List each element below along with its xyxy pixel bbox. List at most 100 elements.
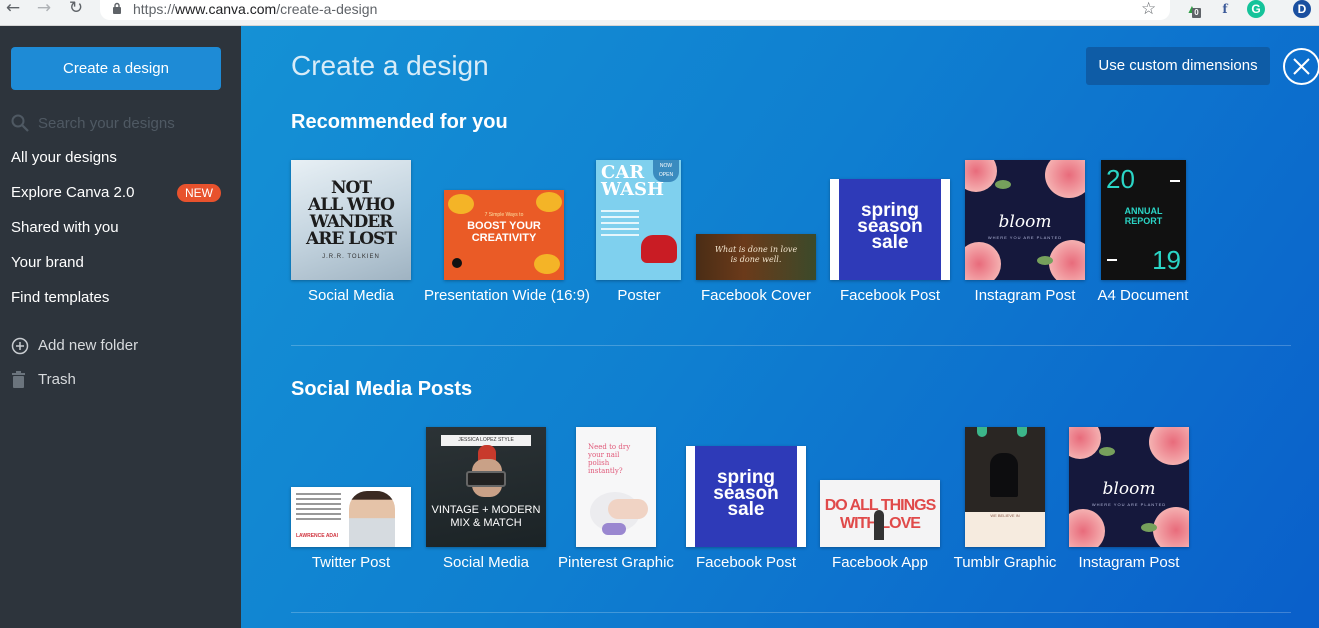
tile-thumbnail[interactable]: WE BELIEVE IN: [965, 427, 1045, 547]
art-line: sale: [727, 499, 765, 520]
nav-explore-label: Explore Canva 2.0: [11, 184, 135, 201]
tile-thumbnail[interactable]: bloom WHERE YOU ARE PLANTED: [965, 160, 1085, 280]
lamp-decoration: [1017, 427, 1027, 437]
section-title-recommended: Recommended for you: [291, 111, 508, 133]
tile-label[interactable]: Social Media: [271, 287, 431, 304]
flower-decoration: [1153, 507, 1189, 547]
decoration: [452, 258, 462, 268]
art-line: sale: [871, 232, 909, 253]
section-divider: [291, 612, 1291, 613]
art-line: ANNUAL: [1124, 206, 1163, 216]
thumbnail-text: bloom: [1102, 479, 1156, 499]
decoration: [534, 254, 560, 274]
flower-decoration: [1069, 509, 1105, 547]
lamp-decoration: [977, 427, 987, 437]
tile-label[interactable]: Instagram Post: [1049, 554, 1209, 571]
art-line: Need to dry your nail: [588, 443, 631, 459]
thumbnail-text: spring season sale: [830, 201, 950, 253]
section-title-social-media-posts: Social Media Posts: [291, 378, 473, 400]
tile-label[interactable]: A4 Document: [1063, 287, 1223, 304]
art-line: BOOST YOUR: [467, 220, 541, 232]
star-icon[interactable]: ☆: [1141, 0, 1156, 19]
art-line: polish instantly?: [588, 459, 623, 475]
tile-thumbnail[interactable]: bloom WHERE YOU ARE PLANTED: [1069, 427, 1189, 547]
camera-illustration: [466, 471, 506, 487]
search-input[interactable]: [38, 112, 218, 134]
nav-explore-canva[interactable]: Explore Canva 2.0 NEW: [11, 182, 226, 204]
thumbnail-text: spring season sale: [686, 468, 806, 520]
trash-icon: [12, 371, 25, 388]
flower-decoration: [965, 242, 1001, 280]
sidebar: Create a design All your designs Explore…: [0, 26, 241, 628]
create-design-button[interactable]: Create a design: [11, 47, 221, 90]
trash-label: Trash: [38, 371, 76, 388]
thumbnail-text: NOT ALL WHO WANDER ARE LOST: [291, 180, 411, 248]
tile-thumbnail[interactable]: CAR WASH NOW OPEN: [596, 160, 681, 280]
add-folder-icon: [11, 337, 29, 355]
tile-thumbnail[interactable]: spring season sale: [686, 446, 806, 547]
thumbnail-text: LAWRENCE ADAI: [296, 533, 339, 539]
thumbnail-text: WHERE YOU ARE PLANTED: [987, 235, 1063, 240]
thumbnail-text: 20: [1106, 164, 1135, 194]
add-folder-button[interactable]: Add new folder: [11, 335, 226, 357]
nav-find-templates[interactable]: Find templates: [11, 287, 226, 309]
art-line: WASH: [601, 179, 665, 200]
extension-icon[interactable]: ▲0: [1183, 0, 1201, 18]
tile-thumbnail[interactable]: What is done in love is done well.: [696, 234, 816, 280]
thumbnail-text: VINTAGE + MODERN MIX & MATCH: [426, 504, 546, 530]
custom-dimensions-button[interactable]: Use custom dimensions: [1086, 47, 1270, 85]
nav-your-brand[interactable]: Your brand: [11, 252, 226, 274]
profile-avatar[interactable]: D: [1293, 0, 1311, 18]
url-domain: www.canva.com: [175, 1, 277, 17]
tile-thumbnail[interactable]: spring season sale: [830, 179, 950, 280]
art-line: VINTAGE + MODERN: [431, 504, 541, 516]
flower-decoration: [965, 160, 997, 192]
section-divider: [291, 345, 1291, 346]
art-line: REPORT: [1124, 216, 1163, 226]
address-bar[interactable]: https://www.canva.com/create-a-design ☆: [100, 0, 1170, 20]
flower-decoration: [1049, 240, 1085, 280]
back-icon[interactable]: ←: [2, 0, 24, 18]
art-line: OPEN: [658, 172, 674, 178]
tile-thumbnail[interactable]: DO ALL THINGS WITH LOVE: [820, 480, 940, 547]
page-title: Create a design: [291, 50, 489, 81]
decoration: [602, 523, 626, 535]
person-illustration: [349, 491, 395, 547]
decoration: [536, 192, 562, 212]
tile-thumbnail[interactable]: NOT ALL WHO WANDER ARE LOST J.R.R. TOLKIEN: [291, 160, 411, 280]
tile-thumbnail[interactable]: JESSICA LOPEZ STYLE VINTAGE + MODERN MIX …: [426, 427, 546, 547]
tile-thumbnail[interactable]: LAWRENCE ADAI: [291, 487, 411, 547]
facebook-extension-icon[interactable]: f: [1216, 0, 1234, 18]
person-illustration: [990, 453, 1018, 497]
tile-thumbnail[interactable]: 7 Simple Ways to BOOST YOUR CREATIVITY: [444, 190, 564, 280]
thumbnail-text: Need to dry your nail polish instantly?: [588, 443, 644, 475]
flower-decoration: [1045, 160, 1085, 198]
lock-icon: [113, 2, 121, 14]
close-button[interactable]: [1283, 48, 1319, 85]
thumbnail-text: 7 Simple Ways to: [484, 212, 524, 218]
nav-shared-with-you[interactable]: Shared with you: [11, 217, 226, 239]
hand-illustration: [608, 499, 648, 519]
thumbnail-text: WE BELIEVE IN: [990, 513, 1020, 518]
forward-icon[interactable]: →: [33, 0, 55, 18]
tile-thumbnail[interactable]: Need to dry your nail polish instantly?: [576, 427, 656, 547]
url-path: /create-a-design: [276, 1, 378, 17]
leaf-decoration: [1037, 256, 1053, 265]
leaf-decoration: [995, 180, 1011, 189]
thumbnail-text: 19: [1152, 245, 1181, 275]
url-prefix: https://: [133, 1, 176, 17]
thumbnail-text: J.R.R. TOLKIEN: [322, 254, 380, 260]
art-line: MIX & MATCH: [450, 517, 522, 529]
flower-decoration: [1069, 427, 1101, 459]
reload-icon[interactable]: ↻: [65, 0, 87, 18]
nav-all-designs[interactable]: All your designs: [11, 147, 226, 169]
tile-thumbnail[interactable]: 20 ANNUAL REPORT 19: [1101, 160, 1186, 280]
new-badge: NEW: [177, 184, 221, 202]
decoration: [601, 210, 639, 240]
create-design-panel: Create a design Use custom dimensions Re…: [241, 26, 1319, 628]
grammarly-extension-icon[interactable]: G: [1247, 0, 1265, 18]
close-icon: [1293, 58, 1310, 75]
car-illustration: [641, 235, 677, 263]
trash-button[interactable]: Trash: [11, 369, 226, 391]
leaf-decoration: [1141, 523, 1157, 532]
